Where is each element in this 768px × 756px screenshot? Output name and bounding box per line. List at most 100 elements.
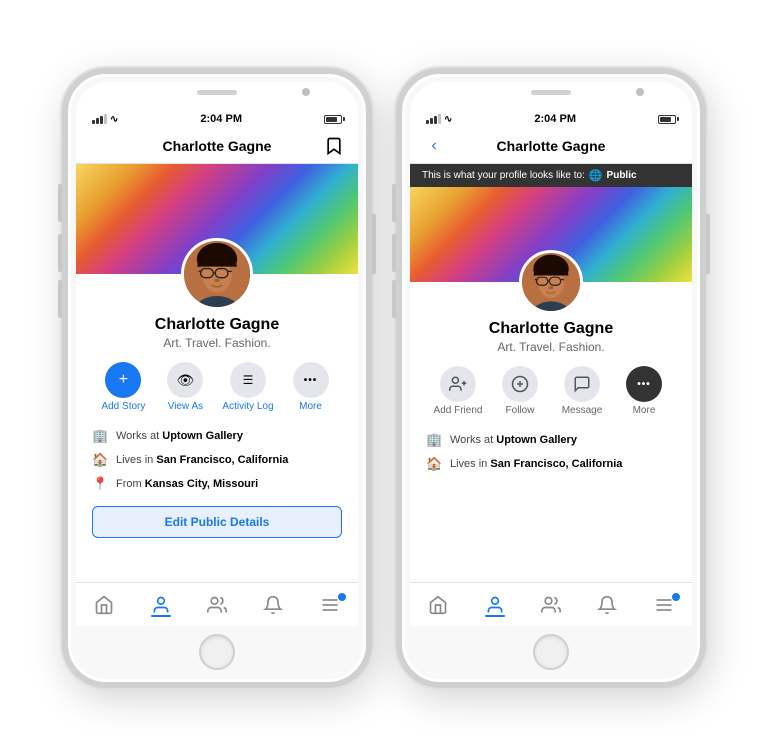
speaker-2 bbox=[531, 90, 571, 95]
phone-1: ∿ 2:04 PM Charlotte Gagne bbox=[62, 68, 372, 688]
tab-menu-1[interactable] bbox=[320, 595, 340, 615]
follow-button[interactable]: Follow bbox=[495, 366, 545, 416]
nav-title-1: Charlotte Gagne bbox=[163, 138, 272, 154]
activity-log-button[interactable]: ☰ Activity Log bbox=[222, 362, 273, 412]
tab-home-2[interactable] bbox=[428, 595, 448, 615]
more-label-2: More bbox=[633, 405, 656, 416]
follow-icon bbox=[502, 366, 538, 402]
message-button[interactable]: Message bbox=[557, 366, 607, 416]
message-label: Message bbox=[562, 405, 603, 416]
tab-home-1[interactable] bbox=[94, 595, 114, 615]
profile-name-2: Charlotte Gagne bbox=[426, 320, 676, 338]
follow-label: Follow bbox=[506, 405, 535, 416]
info-section-2: 🏢 Works at Uptown Gallery 🏠 Lives in San… bbox=[410, 424, 692, 480]
status-right-2 bbox=[658, 115, 676, 124]
work-info: 🏢 Works at Uptown Gallery bbox=[92, 424, 342, 448]
add-friend-label: Add Friend bbox=[434, 405, 483, 416]
tab-bar-1 bbox=[76, 582, 358, 626]
tab-bar-2 bbox=[410, 582, 692, 626]
more-button-1[interactable]: ••• More bbox=[286, 362, 336, 412]
from-info: 📍 From Kansas City, Missouri bbox=[92, 472, 342, 496]
message-icon bbox=[564, 366, 600, 402]
tab-friends-2[interactable] bbox=[541, 595, 561, 615]
signal-bars-1 bbox=[92, 114, 107, 124]
back-button[interactable]: ‹ bbox=[422, 134, 446, 158]
view-as-button[interactable]: 👁 View As bbox=[160, 362, 210, 412]
battery-icon-1 bbox=[324, 115, 342, 124]
profile-content-1: Charlotte Gagne Art. Travel. Fashion. + … bbox=[76, 164, 358, 626]
tab-menu-2[interactable] bbox=[654, 595, 674, 615]
profile-name-1: Charlotte Gagne bbox=[92, 316, 342, 334]
action-row-1: + Add Story 👁 View As ☰ Activity Log •••… bbox=[76, 358, 358, 420]
home-button-1[interactable] bbox=[199, 634, 235, 670]
nav-bar-2: ‹ Charlotte Gagne bbox=[410, 128, 692, 164]
menu-badge-2 bbox=[672, 593, 680, 601]
view-as-icon: 👁 bbox=[167, 362, 203, 398]
activity-log-label: Activity Log bbox=[222, 401, 273, 412]
home-icon-2: 🏠 bbox=[426, 456, 442, 472]
home-button-2[interactable] bbox=[533, 634, 569, 670]
profile-bio-2: Art. Travel. Fashion. bbox=[426, 340, 676, 354]
camera-1 bbox=[302, 88, 310, 96]
battery-fill-1 bbox=[326, 117, 337, 122]
info-section-1: 🏢 Works at Uptown Gallery 🏠 Lives in San… bbox=[76, 420, 358, 500]
avatar-2 bbox=[519, 250, 583, 314]
status-time-1: 2:04 PM bbox=[200, 113, 242, 125]
add-friend-icon bbox=[440, 366, 476, 402]
bookmark-icon[interactable] bbox=[322, 134, 346, 158]
add-story-button[interactable]: + Add Story bbox=[98, 362, 148, 412]
avatar-wrap-1 bbox=[76, 274, 358, 310]
profile-content-2: Charlotte Gagne Art. Travel. Fashion. Ad… bbox=[410, 187, 692, 626]
status-bar-2: ∿ 2:04 PM bbox=[410, 110, 692, 128]
work-icon: 🏢 bbox=[92, 428, 108, 444]
nav-bar-1: Charlotte Gagne bbox=[76, 128, 358, 164]
tab-notifications-1[interactable] bbox=[263, 595, 283, 615]
more-button-2[interactable]: ••• More bbox=[619, 366, 669, 416]
profile-bio-1: Art. Travel. Fashion. bbox=[92, 336, 342, 350]
nav-title-2: Charlotte Gagne bbox=[497, 138, 606, 154]
tab-friends-1[interactable] bbox=[207, 595, 227, 615]
status-time-2: 2:04 PM bbox=[534, 113, 576, 125]
location-icon: 📍 bbox=[92, 476, 108, 492]
tab-notifications-2[interactable] bbox=[597, 595, 617, 615]
status-right-1 bbox=[324, 115, 342, 124]
lives-text-2: Lives in San Francisco, California bbox=[450, 458, 622, 470]
from-text: From Kansas City, Missouri bbox=[116, 478, 258, 490]
add-story-label: Add Story bbox=[101, 401, 145, 412]
more-icon-2: ••• bbox=[626, 366, 662, 402]
edit-public-details-button[interactable]: Edit Public Details bbox=[92, 506, 342, 538]
menu-badge-1 bbox=[338, 593, 346, 601]
battery-fill-2 bbox=[660, 117, 671, 122]
add-friend-button[interactable]: Add Friend bbox=[433, 366, 483, 416]
home-btn-wrap-2 bbox=[410, 626, 692, 674]
avatar-1 bbox=[181, 238, 253, 310]
activity-log-icon: ☰ bbox=[230, 362, 266, 398]
lives-text: Lives in San Francisco, California bbox=[116, 454, 288, 466]
globe-icon: 🌐 bbox=[589, 169, 603, 182]
phone-2: ∿ 2:04 PM ‹ Charlotte Gagne This is what… bbox=[396, 68, 706, 688]
home-icon: 🏠 bbox=[92, 452, 108, 468]
public-label: Public bbox=[607, 170, 637, 181]
phone-top-bar-2 bbox=[410, 82, 692, 110]
status-left-2: ∿ bbox=[426, 114, 452, 125]
tab-profile-1[interactable] bbox=[151, 595, 171, 615]
tab-profile-2[interactable] bbox=[485, 595, 505, 615]
add-story-icon: + bbox=[105, 362, 141, 398]
phone-top-bar-1 bbox=[76, 82, 358, 110]
public-view-banner: This is what your profile looks like to:… bbox=[410, 164, 692, 187]
status-bar-1: ∿ 2:04 PM bbox=[76, 110, 358, 128]
avatar-wrap-2 bbox=[410, 282, 692, 314]
speaker-1 bbox=[197, 90, 237, 95]
lives-info: 🏠 Lives in San Francisco, California bbox=[92, 448, 342, 472]
work-text-2: Works at Uptown Gallery bbox=[450, 434, 577, 446]
signal-bars-2 bbox=[426, 114, 441, 124]
profile-info-1: Charlotte Gagne Art. Travel. Fashion. bbox=[76, 310, 358, 358]
phone-screen-2: ∿ 2:04 PM ‹ Charlotte Gagne This is what… bbox=[410, 82, 692, 674]
home-btn-wrap-1 bbox=[76, 626, 358, 674]
work-icon-2: 🏢 bbox=[426, 432, 442, 448]
view-as-label: View As bbox=[168, 401, 203, 412]
wifi-icon-1: ∿ bbox=[110, 114, 118, 125]
more-icon-1: ••• bbox=[293, 362, 329, 398]
more-label-1: More bbox=[299, 401, 322, 412]
wifi-icon-2: ∿ bbox=[444, 114, 452, 125]
